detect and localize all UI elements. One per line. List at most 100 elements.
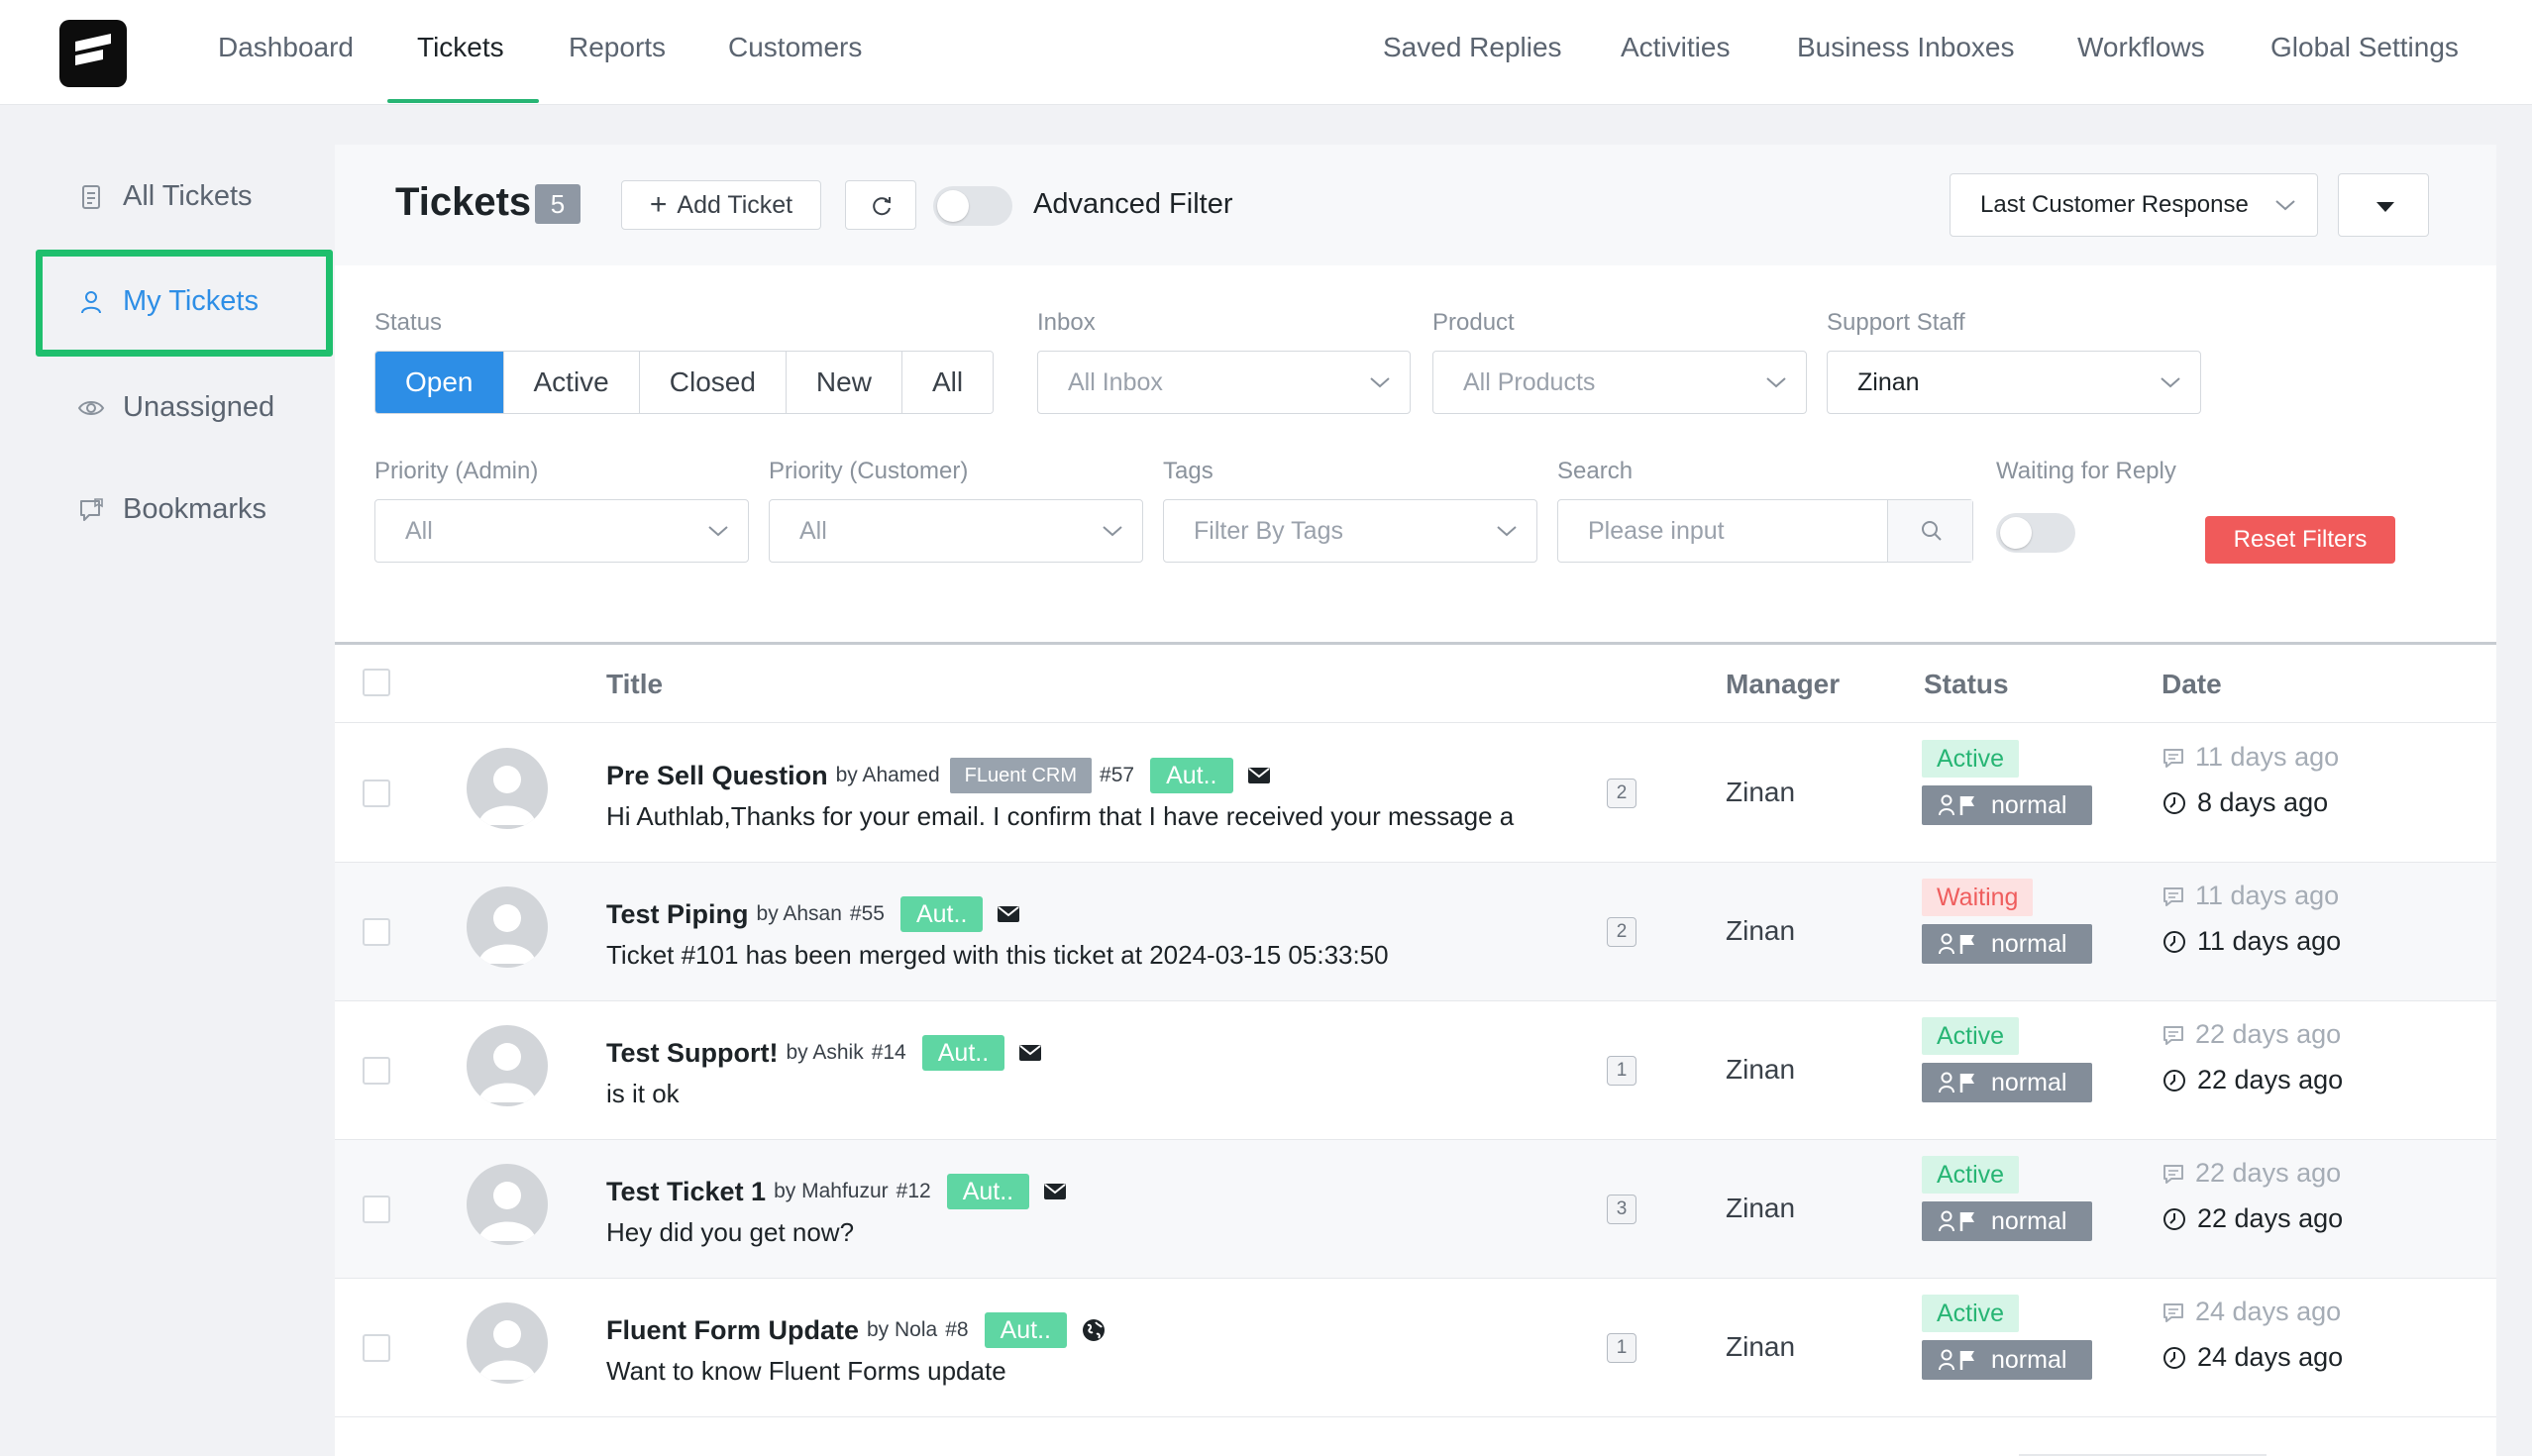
table-row[interactable]: Test Ticket 1 by Mahfuzur #12 Aut.. Hey … — [335, 1140, 2496, 1279]
bookmark-icon — [77, 495, 105, 523]
column-manager: Manager — [1726, 669, 1841, 699]
status-option-closed[interactable]: Closed — [639, 352, 787, 413]
status-badge: Active — [1922, 1295, 2020, 1332]
ticket-preview: Hey did you get now? — [606, 1217, 855, 1247]
ticket-title[interactable]: Fluent Form Update — [606, 1315, 859, 1346]
mail-icon — [997, 905, 1020, 923]
tag-badge: Aut.. — [921, 1035, 1005, 1071]
caret-down-icon — [2376, 202, 2394, 212]
nav-customers[interactable]: Customers — [728, 0, 862, 103]
tag-badge: Aut.. — [899, 896, 984, 932]
created-date-text: 22 days ago — [2195, 1019, 2342, 1049]
chevron-down-icon — [1766, 377, 1786, 388]
tags-select[interactable]: Filter By Tags — [1163, 499, 1537, 563]
nav-activities[interactable]: Activities — [1621, 0, 1730, 103]
created-date: 11 days ago — [2162, 742, 2339, 773]
nav-saved-replies[interactable]: Saved Replies — [1383, 0, 1562, 103]
user-icon — [77, 287, 105, 315]
row-checkbox[interactable] — [363, 1196, 390, 1223]
product-select[interactable]: All Products — [1432, 351, 1807, 414]
sort-direction-button[interactable] — [2338, 173, 2429, 237]
nav-workflows[interactable]: Workflows — [2077, 0, 2205, 103]
mail-icon — [1247, 767, 1271, 784]
priority-label: normal — [1991, 1207, 2067, 1235]
search-button[interactable] — [1887, 500, 1972, 562]
nav-business-inboxes[interactable]: Business Inboxes — [1797, 0, 2014, 103]
priority-admin-value: All — [405, 517, 433, 545]
advanced-filter-toggle[interactable] — [933, 186, 1012, 226]
updated-date-text: 24 days ago — [2197, 1342, 2344, 1372]
ticket-title-line: Test Piping by Ahsan #55 Aut.. — [606, 896, 1020, 932]
column-status: Status — [1924, 669, 2009, 699]
table-row[interactable]: Pre Sell Question by Ahamed FLuent CRM #… — [335, 724, 2496, 863]
ticket-customer: by Ashik — [786, 1041, 864, 1064]
status-option-all[interactable]: All — [901, 352, 994, 413]
status-badge: Waiting — [1922, 879, 2034, 916]
nav-global-settings[interactable]: Global Settings — [2270, 0, 2459, 103]
status-option-new[interactable]: New — [786, 352, 902, 413]
message-icon — [2163, 748, 2183, 768]
ticket-title[interactable]: Test Piping — [606, 899, 749, 930]
response-count: 1 — [1607, 1333, 1636, 1363]
sidebar-item-label: Bookmarks — [123, 493, 267, 525]
row-checkbox[interactable] — [363, 780, 390, 807]
sidebar-item-my-tickets[interactable]: My Tickets — [77, 281, 259, 321]
status-option-open[interactable]: Open — [375, 352, 504, 413]
waiting-for-reply-toggle[interactable] — [1996, 513, 2075, 553]
inbox-select[interactable]: All Inbox — [1037, 351, 1411, 414]
nav-tickets[interactable]: Tickets — [417, 0, 504, 103]
add-ticket-button[interactable]: + Add Ticket — [621, 180, 821, 230]
table-row[interactable]: Test Piping by Ahsan #55 Aut.. Ticket #1… — [335, 863, 2496, 1001]
row-checkbox[interactable] — [363, 918, 390, 946]
advanced-filter-label: Advanced Filter — [1033, 188, 1233, 220]
status-badge: Active — [1922, 1156, 2020, 1194]
support-staff-select[interactable]: Zinan — [1827, 351, 2201, 414]
nav-reports[interactable]: Reports — [569, 0, 666, 103]
nav-dashboard[interactable]: Dashboard — [218, 0, 354, 103]
refresh-button[interactable] — [845, 180, 916, 230]
search-input[interactable] — [1558, 500, 1887, 562]
table-row[interactable]: Fluent Form Update by Nola #8 Aut.. Want… — [335, 1279, 2496, 1417]
updated-date: 22 days ago — [2162, 1203, 2343, 1234]
updated-date-text: 22 days ago — [2197, 1203, 2344, 1233]
ticket-number: #14 — [871, 1041, 906, 1064]
active-tab-indicator — [387, 99, 539, 103]
support-staff-value: Zinan — [1857, 368, 1920, 396]
updated-date: 22 days ago — [2162, 1065, 2343, 1095]
chevron-down-icon — [2275, 200, 2295, 211]
priority-customer-label: Priority (Customer) — [769, 458, 969, 484]
priority-admin-select[interactable]: All — [374, 499, 749, 563]
ticket-title[interactable]: Pre Sell Question — [606, 761, 828, 791]
sidebar-item-all-tickets[interactable]: All Tickets — [77, 176, 253, 216]
row-checkbox[interactable] — [363, 1057, 390, 1085]
ticket-manager: Zinan — [1726, 1193, 1796, 1223]
waiting-for-reply-label: Waiting for Reply — [1996, 458, 2176, 484]
ticket-manager: Zinan — [1726, 1331, 1796, 1362]
sort-by-select[interactable]: Last Customer Response — [1950, 173, 2318, 237]
app-logo[interactable] — [59, 20, 127, 87]
row-checkbox[interactable] — [363, 1334, 390, 1362]
table-row[interactable]: Test Support! by Ashik #14 Aut.. is it o… — [335, 1001, 2496, 1140]
sidebar-item-unassigned[interactable]: Unassigned — [77, 387, 274, 427]
status-segmented-control: Open Active Closed New All — [374, 351, 995, 414]
response-count: 3 — [1607, 1195, 1636, 1224]
status-option-active[interactable]: Active — [503, 352, 640, 413]
ticket-number: #55 — [849, 902, 885, 925]
reset-filters-button[interactable]: Reset Filters — [2205, 516, 2395, 564]
search-icon — [1922, 521, 1942, 541]
created-date: 22 days ago — [2162, 1019, 2341, 1050]
select-all-checkbox[interactable] — [363, 669, 390, 696]
panel-header: Tickets 5 + Add Ticket Advanced Filter L… — [335, 145, 2496, 265]
priority-customer-select[interactable]: All — [769, 499, 1143, 563]
product-tag: FLuent CRM — [949, 758, 1093, 793]
ticket-title[interactable]: Test Ticket 1 — [606, 1177, 766, 1207]
ticket-number: #57 — [1100, 764, 1135, 786]
ticket-title[interactable]: Test Support! — [606, 1038, 778, 1069]
updated-date: 8 days ago — [2162, 787, 2328, 818]
clock-icon — [2163, 1069, 2185, 1092]
updated-date-text: 8 days ago — [2197, 787, 2329, 817]
ticket-manager: Zinan — [1726, 1054, 1796, 1085]
response-count: 2 — [1607, 779, 1636, 808]
chevron-down-icon — [708, 526, 728, 537]
sidebar-item-bookmarks[interactable]: Bookmarks — [77, 489, 266, 529]
